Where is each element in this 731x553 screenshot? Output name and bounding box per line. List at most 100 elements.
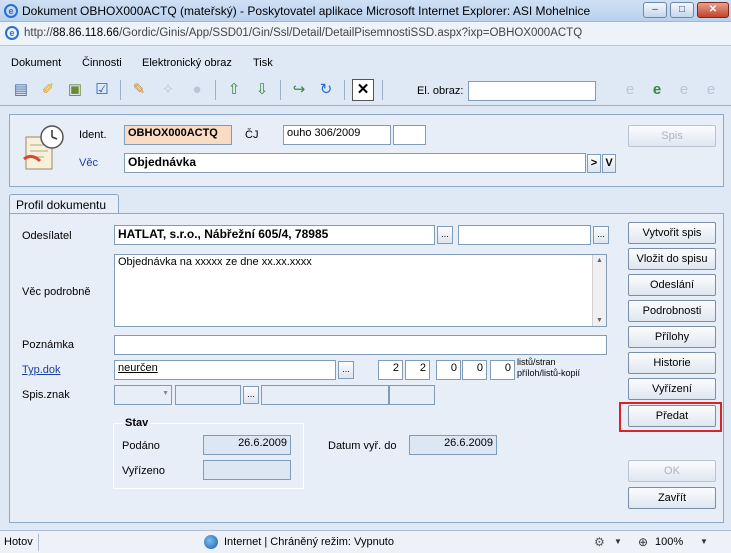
historie-button[interactable]: Historie (628, 352, 716, 374)
ident-field[interactable]: OBHOX000ACTQ (124, 125, 232, 145)
predat-button[interactable]: Předat (628, 405, 716, 427)
count-stran[interactable]: 2 (405, 360, 430, 380)
datum-vyr-field[interactable]: 26.6.2009 (409, 435, 497, 455)
el-obraz-field[interactable] (468, 81, 596, 101)
vlozit-do-spisu-button[interactable]: Vložit do spisu (628, 248, 716, 270)
toolbar-separator (382, 80, 383, 100)
counts-label-2: příloh/listů-kopií (517, 368, 581, 378)
new-document-icon[interactable]: ✐ (37, 79, 59, 101)
minimize-button[interactable]: – (643, 2, 667, 18)
refresh-icon[interactable]: ↻ (315, 79, 337, 101)
ident-label: Ident. (79, 129, 107, 141)
spis-znak-browse-button[interactable]: ... (243, 386, 259, 404)
toolbar: ▤ ✐ ▣ ☑ ✎ ✧ ● ⇧ ⇩ ↪ ↻ ✕ El. obraz: e e e… (0, 76, 731, 106)
close-window-button[interactable]: ✕ (697, 2, 729, 18)
podano-field[interactable]: 26.6.2009 (203, 435, 291, 455)
count-kopii[interactable]: 0 (490, 360, 515, 380)
podrobnosti-button[interactable]: Podrobnosti (628, 300, 716, 322)
download-icon[interactable]: ⇩ (251, 79, 273, 101)
vec-label: Věc (79, 157, 98, 169)
counts-label-1: listů/stran (517, 357, 556, 367)
upload-icon[interactable]: ⇧ (223, 79, 245, 101)
globe-icon (204, 535, 218, 549)
tab-profil-label: Profil dokumentu (16, 198, 107, 212)
toolbar-separator (280, 80, 281, 100)
document-clock-icon (22, 121, 66, 175)
e-doc-add-icon[interactable]: e (646, 79, 668, 101)
cj-extra-field[interactable] (393, 125, 426, 145)
odesilatel-extra-browse-button[interactable]: ... (593, 226, 609, 244)
typ-dok-link[interactable]: Typ.dok (22, 364, 61, 376)
status-bar: Hotov Internet | Chráněný režim: Vypnuto… (0, 530, 731, 553)
chevron-down-icon[interactable]: ▼ (614, 537, 622, 546)
check-icon[interactable]: ☑ (91, 79, 113, 101)
vec-next-button[interactable]: > (587, 154, 601, 173)
typ-dok-browse-button[interactable]: ... (338, 361, 354, 379)
vyrizeno-field[interactable] (203, 460, 291, 480)
spis-button[interactable]: Spis (628, 125, 716, 147)
spis-znak-extra-field[interactable] (389, 385, 435, 405)
vytvorit-spis-button[interactable]: Vytvořit spis (628, 222, 716, 244)
zavrit-button[interactable]: Zavřít (628, 487, 716, 509)
zoom-level[interactable]: 100% (655, 536, 683, 548)
address-bar[interactable]: e http://88.86.118.66/Gordic/Ginis/App/S… (0, 22, 731, 46)
menu-cinnosti[interactable]: Činnosti (82, 57, 122, 69)
document-header-panel: Ident. OBHOX000ACTQ ČJ ouho 306/2009 Spi… (9, 114, 724, 187)
toolbar-separator (120, 80, 121, 100)
e-doc-remove-icon: e (679, 81, 689, 98)
vyrizeni-button[interactable]: Vyřízení (628, 378, 716, 400)
odeslani-button[interactable]: Odeslání (628, 274, 716, 296)
podano-label: Podáno (122, 440, 160, 452)
maximize-button[interactable]: □ (670, 2, 694, 18)
textarea-scrollbar[interactable]: ▲ ▼ (592, 255, 606, 326)
toolbar-separator (215, 80, 216, 100)
status-separator (38, 534, 39, 551)
chevron-down-icon[interactable]: ▼ (700, 537, 708, 546)
typ-dok-field[interactable]: neurčen (114, 360, 336, 380)
protected-mode-icon[interactable]: ⚙ (594, 535, 605, 549)
e-doc-edit-icon: e (706, 81, 716, 98)
vec-dropdown-button[interactable]: V (602, 154, 616, 173)
cancel-icon[interactable]: ✕ (352, 79, 374, 101)
ie-icon: e (4, 4, 18, 18)
chevron-down-icon: ▼ (162, 390, 169, 397)
zoom-icon: ⊕ (638, 535, 649, 549)
odesilatel-field[interactable]: HATLAT, s.r.o., Nábřežní 605/4, 78985 (114, 225, 435, 245)
page-icon: e (5, 26, 19, 40)
tab-profil-dokumentu[interactable]: Profil dokumentu (9, 194, 119, 214)
odesilatel-extra-field[interactable] (458, 225, 591, 245)
title-bar: e Dokument OBHOX000ACTQ (mateřský) - Pos… (0, 0, 731, 22)
vyrizeno-label: Vyřízeno (122, 465, 166, 477)
preview-icon[interactable]: ▤ (10, 79, 32, 101)
prilohy-button[interactable]: Přílohy (628, 326, 716, 348)
security-zone-text[interactable]: Internet | Chráněný režim: Vypnuto (224, 536, 394, 548)
menu-elektronicky-obraz[interactable]: Elektronický obraz (142, 57, 232, 69)
ok-button[interactable]: OK (628, 460, 716, 482)
count-priloh[interactable]: 0 (436, 360, 461, 380)
menu-dokument[interactable]: Dokument (11, 57, 61, 69)
spis-znak-select[interactable]: ▼ (114, 385, 172, 405)
window-title: Dokument OBHOX000ACTQ (mateřský) - Posky… (22, 4, 591, 18)
profil-panel: Odesílatel HATLAT, s.r.o., Nábřežní 605/… (9, 213, 724, 523)
attach-icon[interactable]: ▣ (64, 79, 86, 101)
poznamka-field[interactable] (114, 335, 607, 355)
scroll-down-icon[interactable]: ▼ (596, 317, 603, 324)
vec-podrobne-textarea[interactable]: Objednávka na xxxxx ze dne xx.xx.xxxx ▲ … (114, 254, 607, 327)
vec-podrobne-label: Věc podrobně (22, 286, 91, 298)
cj-field[interactable]: ouho 306/2009 (283, 125, 391, 145)
el-obraz-label: El. obraz: (417, 85, 464, 97)
spis-znak-code-field[interactable] (175, 385, 241, 405)
scroll-up-icon[interactable]: ▲ (596, 257, 603, 264)
spis-znak-label: Spis.znak (22, 389, 70, 401)
edit-icon[interactable]: ✎ (128, 79, 150, 101)
odesilatel-browse-button[interactable]: ... (437, 226, 453, 244)
count-listu[interactable]: 2 (378, 360, 403, 380)
e-doc-icon: e (625, 81, 635, 98)
spis-znak-name-field[interactable] (261, 385, 389, 405)
forward-icon[interactable]: ↪ (288, 79, 310, 101)
odesilatel-label: Odesílatel (22, 230, 72, 242)
menu-tisk[interactable]: Tisk (253, 57, 273, 69)
count-listu-priloh[interactable]: 0 (462, 360, 487, 380)
vec-field[interactable]: Objednávka (124, 153, 586, 173)
url-text[interactable]: http://88.86.118.66/Gordic/Ginis/App/SSD… (24, 27, 582, 39)
